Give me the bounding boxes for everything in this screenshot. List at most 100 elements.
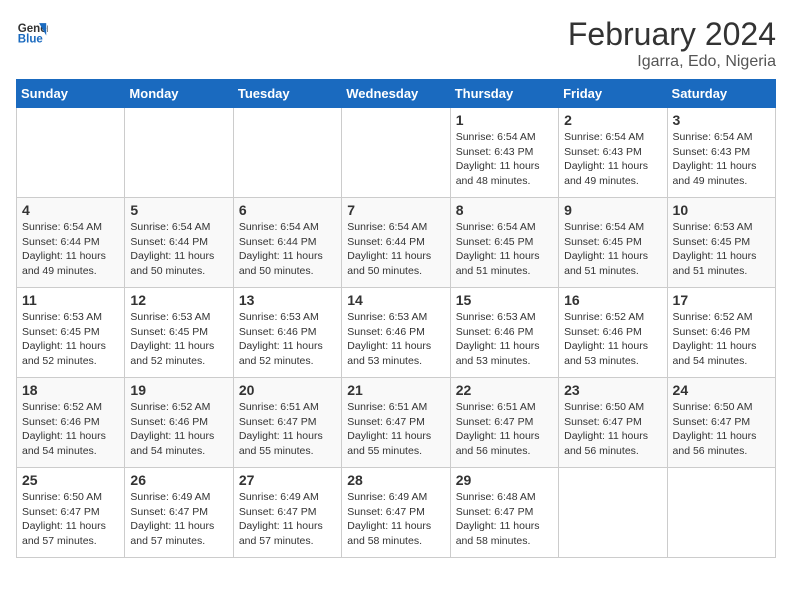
cell-info: Sunrise: 6:50 AM Sunset: 6:47 PM Dayligh… (673, 400, 770, 459)
day-number: 29 (456, 472, 553, 488)
day-number: 21 (347, 382, 444, 398)
calendar-cell: 26 Sunrise: 6:49 AM Sunset: 6:47 PM Dayli… (125, 468, 233, 558)
calendar-cell: 21 Sunrise: 6:51 AM Sunset: 6:47 PM Dayli… (342, 378, 450, 468)
cell-info: Sunrise: 6:53 AM Sunset: 6:45 PM Dayligh… (130, 310, 227, 369)
day-number: 18 (22, 382, 119, 398)
cell-info: Sunrise: 6:54 AM Sunset: 6:45 PM Dayligh… (456, 220, 553, 279)
calendar-week-2: 4 Sunrise: 6:54 AM Sunset: 6:44 PM Daylig… (17, 198, 776, 288)
calendar-week-4: 18 Sunrise: 6:52 AM Sunset: 6:46 PM Dayli… (17, 378, 776, 468)
calendar-cell (667, 468, 775, 558)
cell-info: Sunrise: 6:49 AM Sunset: 6:47 PM Dayligh… (239, 490, 336, 549)
cell-info: Sunrise: 6:52 AM Sunset: 6:46 PM Dayligh… (564, 310, 661, 369)
calendar-cell: 24 Sunrise: 6:50 AM Sunset: 6:47 PM Dayli… (667, 378, 775, 468)
cell-info: Sunrise: 6:54 AM Sunset: 6:43 PM Dayligh… (564, 130, 661, 189)
calendar-cell: 23 Sunrise: 6:50 AM Sunset: 6:47 PM Dayli… (559, 378, 667, 468)
cell-info: Sunrise: 6:51 AM Sunset: 6:47 PM Dayligh… (347, 400, 444, 459)
calendar-cell: 4 Sunrise: 6:54 AM Sunset: 6:44 PM Daylig… (17, 198, 125, 288)
cell-info: Sunrise: 6:51 AM Sunset: 6:47 PM Dayligh… (456, 400, 553, 459)
calendar-cell: 3 Sunrise: 6:54 AM Sunset: 6:43 PM Daylig… (667, 108, 775, 198)
cell-info: Sunrise: 6:53 AM Sunset: 6:45 PM Dayligh… (673, 220, 770, 279)
calendar-cell: 10 Sunrise: 6:53 AM Sunset: 6:45 PM Dayli… (667, 198, 775, 288)
logo: General Blue (16, 16, 48, 48)
col-header-saturday: Saturday (667, 80, 775, 108)
cell-info: Sunrise: 6:48 AM Sunset: 6:47 PM Dayligh… (456, 490, 553, 549)
cell-info: Sunrise: 6:53 AM Sunset: 6:46 PM Dayligh… (347, 310, 444, 369)
day-number: 22 (456, 382, 553, 398)
calendar-cell (559, 468, 667, 558)
calendar-cell: 17 Sunrise: 6:52 AM Sunset: 6:46 PM Dayli… (667, 288, 775, 378)
calendar-cell: 7Sunrise: 6:54 AM Sunset: 6:44 PM Daylig… (342, 198, 450, 288)
calendar-cell: 22 Sunrise: 6:51 AM Sunset: 6:47 PM Dayli… (450, 378, 558, 468)
calendar-cell: 8 Sunrise: 6:54 AM Sunset: 6:45 PM Daylig… (450, 198, 558, 288)
day-number: 6 (239, 202, 336, 218)
day-number: 3 (673, 112, 770, 128)
col-header-tuesday: Tuesday (233, 80, 341, 108)
day-number: 12 (130, 292, 227, 308)
cell-info: Sunrise: 6:54 AM Sunset: 6:44 PM Dayligh… (239, 220, 336, 279)
calendar-cell: 29 Sunrise: 6:48 AM Sunset: 6:47 PM Dayli… (450, 468, 558, 558)
day-number: 23 (564, 382, 661, 398)
calendar-cell: 2 Sunrise: 6:54 AM Sunset: 6:43 PM Daylig… (559, 108, 667, 198)
cell-info: Sunrise: 6:54 AM Sunset: 6:45 PM Dayligh… (564, 220, 661, 279)
day-number: 17 (673, 292, 770, 308)
title-block: February 2024 Igarra, Edo, Nigeria (568, 16, 776, 71)
logo-icon: General Blue (16, 16, 48, 48)
calendar-week-1: 1 Sunrise: 6:54 AM Sunset: 6:43 PM Daylig… (17, 108, 776, 198)
svg-text:Blue: Blue (18, 34, 44, 46)
cell-info: Sunrise: 6:54 AM Sunset: 6:43 PM Dayligh… (456, 130, 553, 189)
day-number: 9 (564, 202, 661, 218)
day-number: 24 (673, 382, 770, 398)
day-number: 14 (347, 292, 444, 308)
page-header: General Blue February 2024 Igarra, Edo, … (16, 16, 776, 71)
calendar-cell (342, 108, 450, 198)
cell-info: Sunrise: 6:50 AM Sunset: 6:47 PM Dayligh… (564, 400, 661, 459)
cell-info: Sunrise: 6:50 AM Sunset: 6:47 PM Dayligh… (22, 490, 119, 549)
cell-info: Sunrise: 6:49 AM Sunset: 6:47 PM Dayligh… (347, 490, 444, 549)
calendar-cell: 15 Sunrise: 6:53 AM Sunset: 6:46 PM Dayli… (450, 288, 558, 378)
day-number: 26 (130, 472, 227, 488)
calendar-cell: 9 Sunrise: 6:54 AM Sunset: 6:45 PM Daylig… (559, 198, 667, 288)
calendar-cell: 12 Sunrise: 6:53 AM Sunset: 6:45 PM Dayli… (125, 288, 233, 378)
calendar-cell: 1 Sunrise: 6:54 AM Sunset: 6:43 PM Daylig… (450, 108, 558, 198)
col-header-wednesday: Wednesday (342, 80, 450, 108)
day-number: 2 (564, 112, 661, 128)
calendar-cell: 20 Sunrise: 6:51 AM Sunset: 6:47 PM Dayli… (233, 378, 341, 468)
day-number: 20 (239, 382, 336, 398)
cell-info: Sunrise: 6:52 AM Sunset: 6:46 PM Dayligh… (130, 400, 227, 459)
calendar-week-3: 11 Sunrise: 6:53 AM Sunset: 6:45 PM Dayli… (17, 288, 776, 378)
cell-info: Sunrise: 6:52 AM Sunset: 6:46 PM Dayligh… (673, 310, 770, 369)
calendar-cell: 11 Sunrise: 6:53 AM Sunset: 6:45 PM Dayli… (17, 288, 125, 378)
calendar-cell: 16 Sunrise: 6:52 AM Sunset: 6:46 PM Dayli… (559, 288, 667, 378)
cell-info: Sunrise: 6:51 AM Sunset: 6:47 PM Dayligh… (239, 400, 336, 459)
day-number: 10 (673, 202, 770, 218)
day-number: 7 (347, 202, 444, 218)
day-number: 19 (130, 382, 227, 398)
day-number: 15 (456, 292, 553, 308)
main-title: February 2024 (568, 16, 776, 53)
calendar-cell: 6 Sunrise: 6:54 AM Sunset: 6:44 PM Daylig… (233, 198, 341, 288)
day-number: 11 (22, 292, 119, 308)
calendar-table: SundayMondayTuesdayWednesdayThursdayFrid… (16, 79, 776, 558)
day-number: 25 (22, 472, 119, 488)
calendar-cell: 18Sunrise: 6:52 AM Sunset: 6:46 PM Dayli… (17, 378, 125, 468)
col-header-sunday: Sunday (17, 80, 125, 108)
col-header-monday: Monday (125, 80, 233, 108)
day-number: 4 (22, 202, 119, 218)
subtitle: Igarra, Edo, Nigeria (568, 53, 776, 71)
cell-info: Sunrise: 6:53 AM Sunset: 6:46 PM Dayligh… (456, 310, 553, 369)
day-number: 8 (456, 202, 553, 218)
day-number: 28 (347, 472, 444, 488)
cell-info: Sunrise: 6:54 AM Sunset: 6:44 PM Dayligh… (22, 220, 119, 279)
cell-info: Sunrise: 6:53 AM Sunset: 6:45 PM Dayligh… (22, 310, 119, 369)
cell-info: Sunrise: 6:49 AM Sunset: 6:47 PM Dayligh… (130, 490, 227, 549)
col-header-thursday: Thursday (450, 80, 558, 108)
calendar-week-5: 25 Sunrise: 6:50 AM Sunset: 6:47 PM Dayli… (17, 468, 776, 558)
calendar-cell (17, 108, 125, 198)
cell-info: Sunrise: 6:53 AM Sunset: 6:46 PM Dayligh… (239, 310, 336, 369)
cell-info: Sunrise: 6:54 AM Sunset: 6:43 PM Dayligh… (673, 130, 770, 189)
day-number: 16 (564, 292, 661, 308)
calendar-cell: 27Sunrise: 6:49 AM Sunset: 6:47 PM Dayli… (233, 468, 341, 558)
calendar-cell (125, 108, 233, 198)
day-number: 1 (456, 112, 553, 128)
calendar-header: SundayMondayTuesdayWednesdayThursdayFrid… (17, 80, 776, 108)
